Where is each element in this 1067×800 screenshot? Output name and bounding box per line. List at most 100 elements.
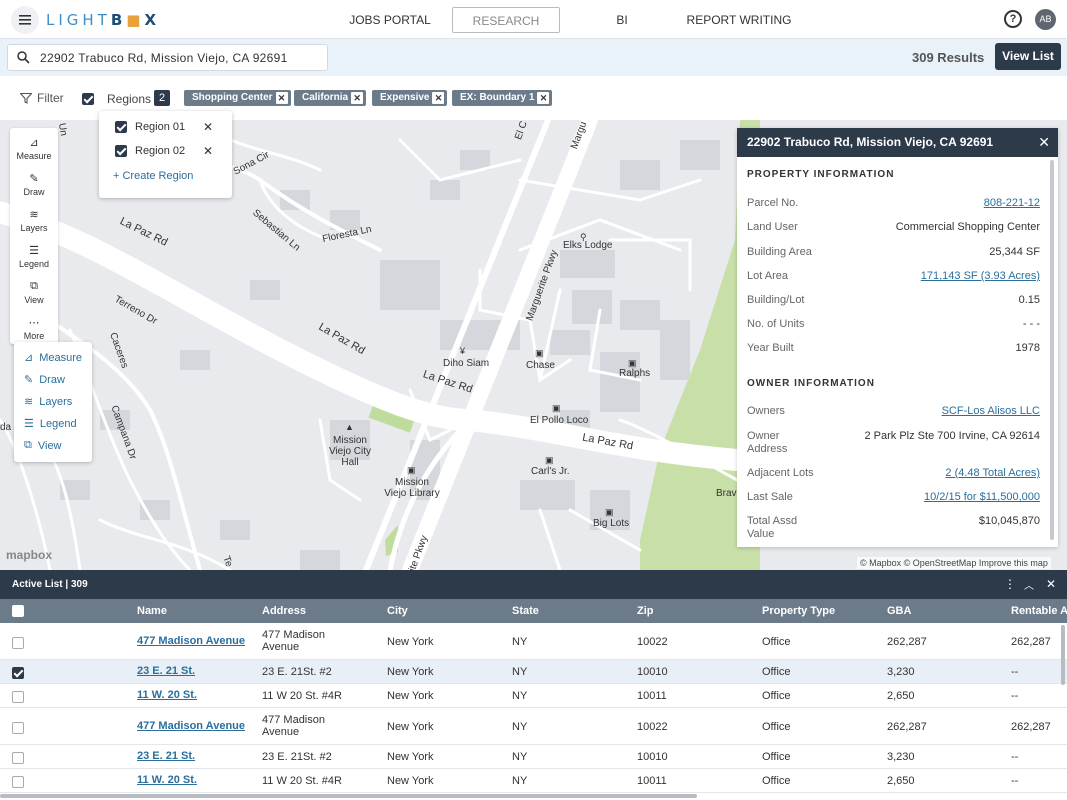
remove-chip-icon[interactable]: ✕ xyxy=(432,92,445,104)
map-poi-city-hall[interactable]: Mission Viejo City Hall xyxy=(322,435,378,468)
close-icon[interactable]: ✕ xyxy=(1046,577,1056,591)
map-poi-carls[interactable]: Carl's Jr. xyxy=(531,466,570,477)
table-vertical-scrollbar[interactable] xyxy=(1061,625,1065,685)
remove-chip-icon[interactable]: ✕ xyxy=(351,92,364,104)
owners-link[interactable]: SCF-Los Alisos LLC xyxy=(942,405,1040,417)
lightbox-logo[interactable]: LIGHTB■X xyxy=(46,11,160,29)
map-poi-elks[interactable]: Elks Lodge xyxy=(563,240,612,251)
row-name-link[interactable]: 11 W. 20 St. xyxy=(137,774,197,786)
column-header[interactable]: State xyxy=(512,605,539,617)
regions-label[interactable]: Regions xyxy=(107,92,151,106)
tool-more[interactable]: ⋯ More xyxy=(10,316,58,341)
popup-legend[interactable]: ☰ Legend xyxy=(24,417,77,431)
row-checkbox[interactable] xyxy=(12,752,24,764)
map-poi-big-lots[interactable]: Big Lots xyxy=(593,518,629,529)
table-row[interactable]: 477 Madison Avenue 477 Madison Avenue Ne… xyxy=(0,708,1067,745)
region-checkbox[interactable] xyxy=(115,121,127,133)
popup-draw[interactable]: ✎ Draw xyxy=(24,373,65,387)
column-header[interactable]: Rentable A xyxy=(1011,605,1067,617)
table-row[interactable]: 23 E. 21 St. 23 E. 21St. #2 New York NY … xyxy=(0,660,1067,684)
tool-label: View xyxy=(24,295,44,305)
create-region-button[interactable]: + Create Region xyxy=(113,170,193,182)
table-row[interactable]: 11 W. 20 St. 11 W 20 St. #4R New York NY… xyxy=(0,684,1067,708)
remove-region-icon[interactable]: ✕ xyxy=(203,120,213,134)
map-poi-library[interactable]: Mission Viejo Library xyxy=(384,477,440,499)
nav-bi[interactable]: BI xyxy=(606,7,638,33)
help-icon[interactable]: ? xyxy=(1004,10,1022,28)
column-header[interactable]: Zip xyxy=(637,605,654,617)
row-name-link[interactable]: 23 E. 21 St. xyxy=(137,665,195,677)
prop-value: - - - xyxy=(1022,318,1040,330)
column-header[interactable]: Property Type xyxy=(762,605,835,617)
row-name-link[interactable]: 11 W. 20 St. xyxy=(137,689,197,701)
row-zip: 10022 xyxy=(637,636,668,648)
last-sale-link[interactable]: 10/2/15 for $11,500,000 xyxy=(924,491,1040,503)
row-checkbox[interactable] xyxy=(12,637,24,649)
filter-icon xyxy=(20,92,32,104)
mapbox-logo[interactable]: mapbox xyxy=(6,548,52,562)
popup-measure[interactable]: ⊿ Measure xyxy=(24,351,82,365)
row-name-link[interactable]: 477 Madison Avenue xyxy=(137,635,245,647)
region-item[interactable]: Region 01 xyxy=(115,121,185,133)
column-header[interactable]: City xyxy=(387,605,408,617)
more-vertical-icon[interactable]: ⋮ xyxy=(1004,577,1016,591)
popup-label: Layers xyxy=(39,395,73,408)
regions-checkbox[interactable] xyxy=(82,93,94,105)
adjacent-lots-link[interactable]: 2 (4.48 Total Acres) xyxy=(945,467,1040,479)
collapse-icon[interactable]: ︿ xyxy=(1024,577,1034,592)
column-header[interactable]: Name xyxy=(137,605,167,617)
map-poi-ralphs[interactable]: Ralphs xyxy=(619,368,650,379)
row-checkbox[interactable] xyxy=(12,667,24,679)
close-icon[interactable]: ✕ xyxy=(1038,134,1050,151)
tool-legend[interactable]: ☰ Legend xyxy=(10,244,58,269)
map-poi-chase[interactable]: Chase xyxy=(526,360,555,371)
tool-label: Measure xyxy=(16,151,52,161)
chip-label: California xyxy=(302,92,349,103)
tool-measure[interactable]: ⊿ Measure xyxy=(10,136,58,161)
lot-area-link[interactable]: 171,143 SF (3.93 Acres) xyxy=(921,270,1040,282)
filter-button[interactable]: Filter xyxy=(20,91,64,105)
table-row[interactable]: 23 E. 21 St. 23 E. 21St. #2 New York NY … xyxy=(0,745,1067,769)
panel-scrollbar[interactable] xyxy=(1050,160,1054,540)
map-poi-diho[interactable]: Diho Siam xyxy=(443,358,489,369)
row-rentable: 262,287 xyxy=(1011,721,1051,733)
row-checkbox[interactable] xyxy=(12,691,24,703)
map-poi-el-pollo[interactable]: El Pollo Loco xyxy=(530,415,588,426)
remove-chip-icon[interactable]: ✕ xyxy=(275,92,288,104)
nav-report-writing[interactable]: REPORT WRITING xyxy=(685,7,793,33)
map-attribution[interactable]: © Mapbox © OpenStreetMap Improve this ma… xyxy=(857,557,1051,569)
popup-view[interactable]: ⧉ View xyxy=(24,439,62,452)
row-city: New York xyxy=(387,721,434,733)
property-panel: 22902 Trabuco Rd, Mission Viejo, CA 9269… xyxy=(737,128,1058,547)
parcel-link[interactable]: 808-221-12 xyxy=(984,197,1040,209)
row-name-link[interactable]: 477 Madison Avenue xyxy=(137,720,245,732)
view-list-button[interactable]: View List xyxy=(995,43,1061,70)
table-horizontal-scrollbar[interactable] xyxy=(0,794,697,798)
select-all-checkbox[interactable] xyxy=(12,605,24,617)
search-box[interactable] xyxy=(7,44,328,71)
nav-jobs-portal[interactable]: JOBS PORTAL xyxy=(345,7,435,33)
hamburger-menu-button[interactable] xyxy=(11,6,39,34)
row-city: New York xyxy=(387,666,434,678)
row-gba: 262,287 xyxy=(887,721,927,733)
avatar[interactable]: AB xyxy=(1035,9,1056,30)
row-name-link[interactable]: 23 E. 21 St. xyxy=(137,750,195,762)
popup-layers[interactable]: ≋ Layers xyxy=(24,395,73,409)
row-checkbox[interactable] xyxy=(12,776,24,788)
table-row[interactable]: 11 W. 20 St. 11 W 20 St. #4R New York NY… xyxy=(0,769,1067,793)
row-gba: 3,230 xyxy=(887,751,915,763)
search-input[interactable] xyxy=(40,49,320,67)
region-checkbox[interactable] xyxy=(115,145,127,157)
remove-chip-icon[interactable]: ✕ xyxy=(537,92,550,104)
row-checkbox[interactable] xyxy=(12,722,24,734)
nav-research[interactable]: RESEARCH xyxy=(452,7,560,33)
table-row[interactable]: 477 Madison Avenue 477 Madison Avenue Ne… xyxy=(0,623,1067,660)
tool-layers[interactable]: ≋ Layers xyxy=(10,208,58,233)
layers-icon: ≋ xyxy=(29,209,39,221)
region-item[interactable]: Region 02 xyxy=(115,145,185,157)
tool-view[interactable]: ⧉ View xyxy=(10,280,58,305)
tool-draw[interactable]: ✎ Draw xyxy=(10,172,58,197)
column-header[interactable]: GBA xyxy=(887,605,911,617)
column-header[interactable]: Address xyxy=(262,605,306,617)
remove-region-icon[interactable]: ✕ xyxy=(203,144,213,158)
